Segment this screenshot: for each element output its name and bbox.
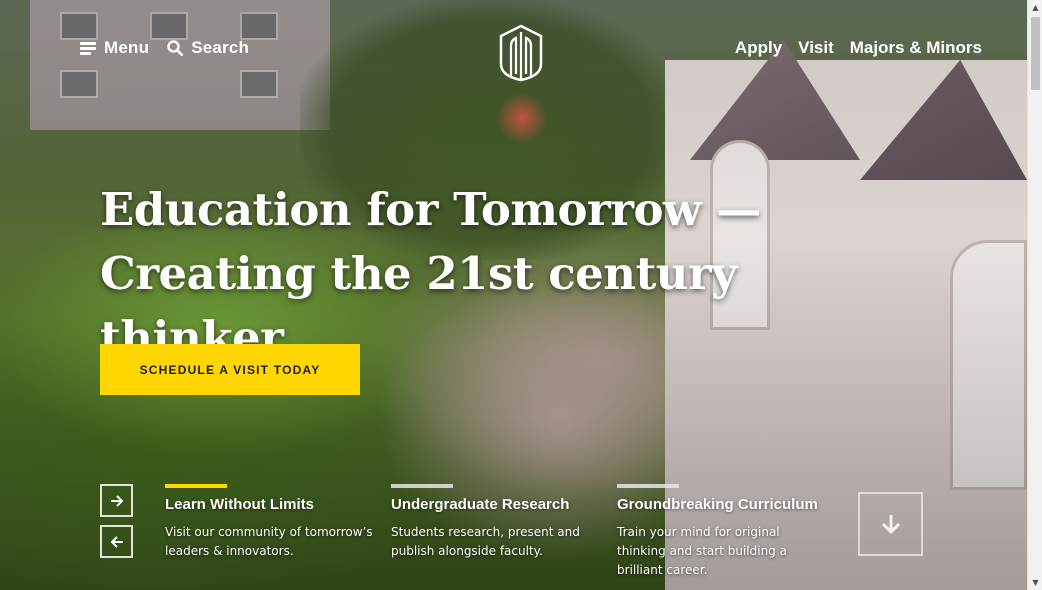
arrow-down-icon bbox=[881, 515, 900, 535]
arrow-left-icon bbox=[110, 535, 123, 548]
hero-headline: Education for Tomorrow — Creating the 21… bbox=[100, 178, 820, 370]
feature-title: Undergraduate Research bbox=[391, 496, 570, 513]
menu-icon bbox=[80, 42, 96, 55]
scroll-down-button[interactable] bbox=[858, 492, 923, 556]
header-nav-left: Menu Search bbox=[80, 38, 249, 58]
scrollbar-thumb[interactable] bbox=[1031, 17, 1040, 90]
feature-text: Visit our community of tomorrow’s leader… bbox=[165, 525, 373, 558]
carousel-prev-button[interactable] bbox=[100, 525, 133, 558]
carousel-next-button[interactable] bbox=[100, 484, 133, 517]
page-scrollbar[interactable]: ▲ ▼ bbox=[1027, 0, 1042, 590]
nav-link-apply[interactable]: Apply bbox=[735, 38, 782, 58]
schedule-visit-button[interactable]: SCHEDULE A VISIT TODAY bbox=[100, 344, 360, 395]
slide-indicator-active bbox=[165, 484, 227, 488]
header-nav-right: Apply Visit Majors & Minors bbox=[735, 38, 982, 58]
feature-title: Learn Without Limits bbox=[165, 496, 315, 513]
feature-slide-learn[interactable]: Learn Without Limits Visit our community… bbox=[165, 484, 375, 561]
scroll-up-arrow-icon[interactable]: ▲ bbox=[1028, 0, 1042, 15]
search-button[interactable]: Search bbox=[167, 38, 249, 58]
feature-slide-research[interactable]: Undergraduate Research Students research… bbox=[391, 484, 601, 561]
feature-text: Train your mind for original thinking an… bbox=[617, 525, 787, 577]
feature-slide-curriculum[interactable]: Groundbreaking Curriculum Train your min… bbox=[617, 484, 827, 580]
feature-title: Groundbreaking Curriculum bbox=[617, 496, 818, 513]
menu-button[interactable]: Menu bbox=[80, 38, 149, 58]
nav-link-majors-minors[interactable]: Majors & Minors bbox=[850, 38, 982, 58]
logo-icon[interactable] bbox=[497, 24, 545, 82]
feature-text: Students research, present and publish a… bbox=[391, 525, 580, 558]
search-icon bbox=[167, 40, 184, 56]
search-label: Search bbox=[191, 38, 250, 57]
nav-link-visit[interactable]: Visit bbox=[798, 38, 834, 58]
slide-indicator bbox=[617, 484, 679, 488]
arrow-right-icon bbox=[110, 494, 123, 507]
menu-label: Menu bbox=[104, 38, 150, 57]
scroll-down-arrow-icon[interactable]: ▼ bbox=[1028, 575, 1042, 590]
slide-indicator bbox=[391, 484, 453, 488]
hero-headline-line-1: Education for Tomorrow — bbox=[100, 183, 761, 236]
